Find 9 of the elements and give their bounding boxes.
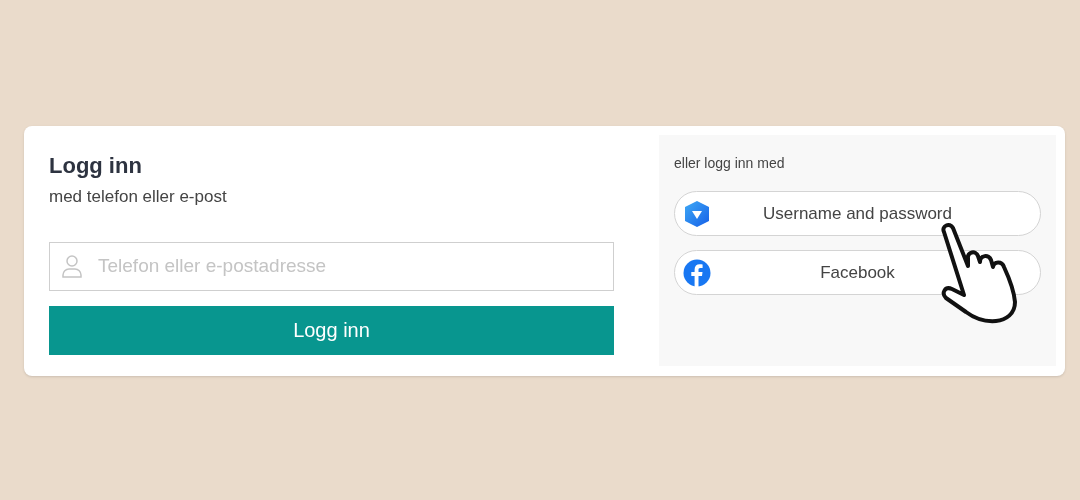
login-button[interactable]: Logg inn: [49, 305, 614, 355]
phone-email-field[interactable]: Telefon eller e-postadresse: [49, 241, 614, 291]
alternatives-heading: eller logg inn med: [674, 154, 786, 173]
provider-button[interactable]: Username and password: [674, 191, 1041, 236]
shield-icon: [683, 200, 711, 228]
person-icon: [61, 253, 83, 278]
login-title: Logg inn: [49, 152, 143, 180]
facebook-icon: [683, 259, 711, 287]
login-subtitle: med telefon eller e-post: [49, 186, 228, 208]
